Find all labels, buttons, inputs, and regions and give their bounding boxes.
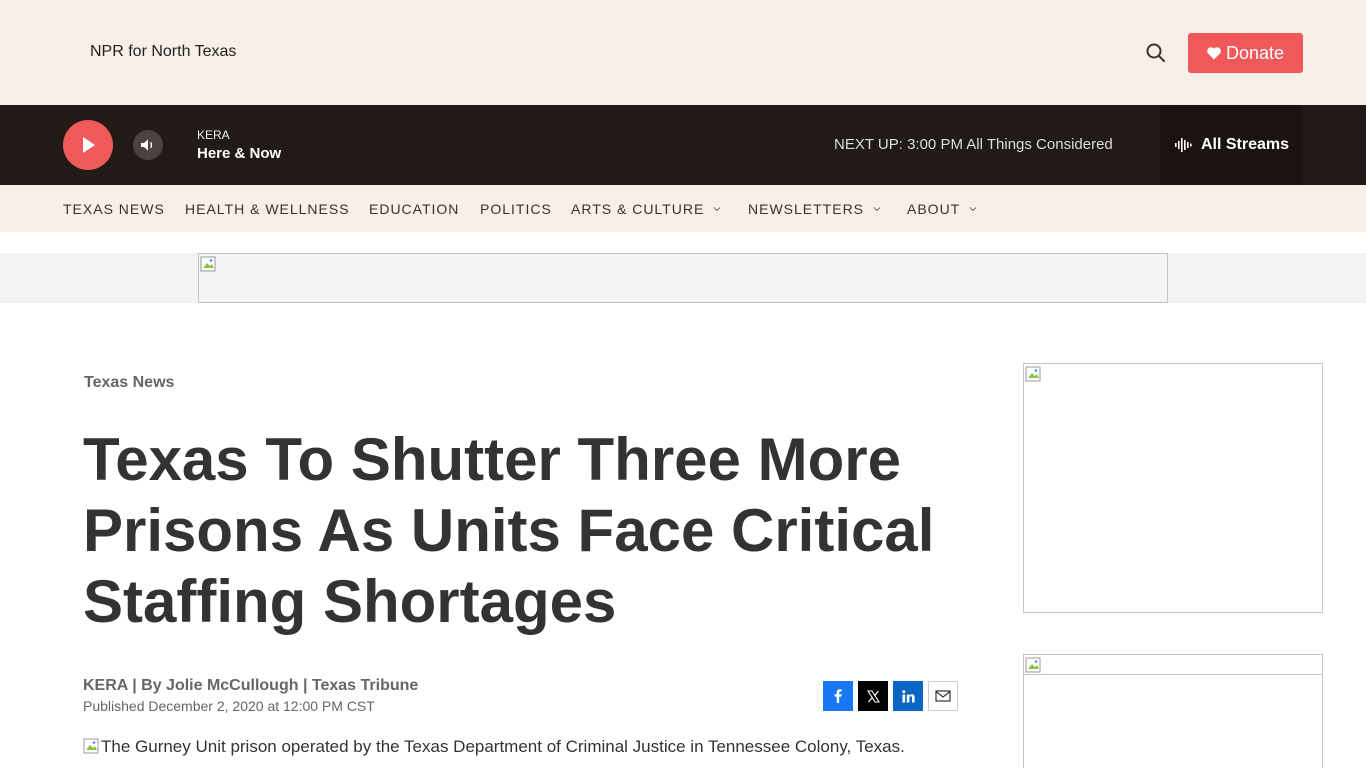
byline-author[interactable]: By Jolie McCullough xyxy=(141,677,298,694)
speaker-icon xyxy=(141,139,153,151)
divider xyxy=(1024,674,1322,675)
site-name-link[interactable]: NPR for North Texas xyxy=(90,43,236,61)
published-date: Published December 2, 2020 at 12:00 PM C… xyxy=(83,698,375,714)
nav-item-about[interactable]: ABOUT xyxy=(907,201,978,217)
donate-label: Donate xyxy=(1225,42,1285,63)
share-email-button[interactable] xyxy=(928,681,958,711)
chevron-down-icon xyxy=(713,207,721,212)
byline-partner: Texas Tribune xyxy=(311,677,419,694)
next-up-label: NEXT UP: xyxy=(834,136,903,153)
ad-banner[interactable] xyxy=(198,253,1168,303)
audio-wave-icon xyxy=(1174,138,1192,152)
nav-label: HEALTH & WELLNESS xyxy=(185,201,350,217)
sidebar-ad[interactable] xyxy=(1023,363,1323,613)
article-image: The Gurney Unit prison operated by the T… xyxy=(83,737,905,757)
search-button[interactable] xyxy=(1143,40,1169,66)
nav-item-newsletters[interactable]: NEWSLETTERS xyxy=(748,201,882,217)
nav-label: NEWSLETTERS xyxy=(748,201,865,217)
share-facebook-button[interactable] xyxy=(823,681,853,711)
broken-image-icon xyxy=(83,738,99,754)
nav-label: TEXAS NEWS xyxy=(63,201,165,217)
play-button[interactable] xyxy=(63,120,113,170)
next-up-time: 3:00 PM xyxy=(907,136,963,153)
email-icon xyxy=(935,690,951,702)
program-name[interactable]: Here & Now xyxy=(197,145,281,162)
share-x-button[interactable] xyxy=(858,681,888,711)
sidebar-ad[interactable] xyxy=(1023,654,1323,768)
main-nav: TEXAS NEWS HEALTH & WELLNESS EDUCATION P… xyxy=(0,185,1366,232)
share-linkedin-button[interactable] xyxy=(893,681,923,711)
audio-player-bar: KERA Here & Now NEXT UP: 3:00 PM All Thi… xyxy=(0,105,1366,185)
nav-item-texas-news[interactable]: TEXAS NEWS xyxy=(63,201,165,217)
play-icon xyxy=(83,137,95,153)
nav-item-politics[interactable]: POLITICS xyxy=(480,201,552,217)
image-alt-text: The Gurney Unit prison operated by the T… xyxy=(101,737,905,756)
all-streams-label: All Streams xyxy=(1200,136,1290,153)
broken-image-icon xyxy=(1025,657,1041,673)
chevron-down-icon xyxy=(873,207,881,212)
all-streams-button[interactable]: All Streams xyxy=(1160,105,1303,185)
nav-label: ABOUT xyxy=(907,201,961,217)
facebook-icon xyxy=(834,689,842,703)
ad-band xyxy=(0,253,1366,303)
article-category[interactable]: Texas News xyxy=(84,374,174,392)
article-byline: KERA | By Jolie McCullough | Texas Tribu… xyxy=(83,677,418,695)
nav-item-education[interactable]: EDUCATION xyxy=(369,201,459,217)
nav-item-health-wellness[interactable]: HEALTH & WELLNESS xyxy=(185,201,350,217)
byline-separator: | xyxy=(302,677,308,694)
nav-label: POLITICS xyxy=(480,201,552,217)
donate-button[interactable]: Donate xyxy=(1188,33,1303,73)
site-header: NPR for North Texas Donate xyxy=(0,0,1366,105)
article-headline: Texas To Shutter Three More Prisons As U… xyxy=(83,426,935,635)
broken-image-icon xyxy=(1025,366,1041,382)
search-icon xyxy=(1146,43,1165,62)
byline-org: KERA xyxy=(83,677,128,694)
broken-image-icon xyxy=(200,256,216,272)
nav-item-arts-culture[interactable]: ARTS & CULTURE xyxy=(571,201,722,217)
x-icon xyxy=(866,689,880,703)
station-name: KERA xyxy=(197,128,230,142)
chevron-down-icon xyxy=(969,207,977,212)
nav-label: ARTS & CULTURE xyxy=(571,201,705,217)
next-up-info: NEXT UP: 3:00 PM All Things Considered xyxy=(834,136,1113,153)
next-up-show: All Things Considered xyxy=(966,136,1113,153)
heart-icon xyxy=(1207,46,1221,59)
byline-separator: | xyxy=(132,677,137,694)
linkedin-icon xyxy=(901,689,915,702)
nav-label: EDUCATION xyxy=(369,201,460,217)
volume-button[interactable] xyxy=(133,130,163,160)
